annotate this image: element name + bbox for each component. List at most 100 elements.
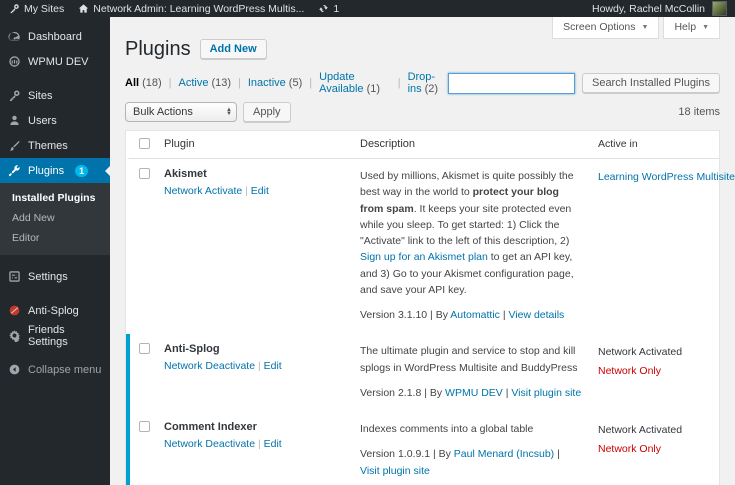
- apply-button[interactable]: Apply: [243, 102, 291, 122]
- version-meta: Version 1.0.9.1 | By Paul Menard (Incsub…: [360, 446, 582, 479]
- gear-icon: [8, 329, 21, 342]
- sidebar-item-friends-settings[interactable]: Friends Settings: [0, 323, 110, 348]
- sidebar-item-anti-splog[interactable]: Anti-Splog: [0, 298, 110, 323]
- row-checkbox[interactable]: [139, 168, 150, 179]
- plugin-cell: Anti-Splog Network Deactivate | Edit: [156, 334, 352, 412]
- inline-link[interactable]: WPMU DEV: [445, 387, 503, 399]
- sidebar-item-label: Plugins: [28, 164, 65, 177]
- row-checkbox-cell: [130, 412, 156, 485]
- inline-link[interactable]: Automattic: [450, 309, 500, 321]
- row-checkbox[interactable]: [139, 421, 150, 433]
- select-all-checkbox[interactable]: [139, 138, 150, 149]
- inline-link[interactable]: View details: [508, 309, 564, 321]
- updates-count: 1: [333, 2, 340, 15]
- description-paragraph: The ultimate plugin and service to stop …: [360, 343, 582, 376]
- add-new-button[interactable]: Add New: [199, 39, 267, 59]
- text-segment: Network Activated: [598, 424, 683, 437]
- plugin-row-actions: Network Deactivate | Edit: [164, 438, 344, 450]
- plugin-name: Akismet: [164, 168, 207, 180]
- sidebar-item-users[interactable]: Users: [0, 108, 110, 133]
- select-stepper-icon: ▲ ▼: [226, 106, 232, 117]
- admin-bar: My Sites Network Admin: Learning WordPre…: [0, 0, 735, 17]
- plugin-action-link[interactable]: Network Deactivate: [164, 438, 255, 450]
- sidebar-item-settings[interactable]: Settings: [0, 264, 110, 289]
- avatar[interactable]: [712, 1, 727, 16]
- screen-options-toggle[interactable]: Screen Options ▼: [552, 17, 660, 39]
- sidebar-item-dashboard[interactable]: Dashboard: [0, 24, 110, 49]
- plugin-row: Akismet Network Activate | Edit Used by mi…: [126, 159, 735, 334]
- inline-link[interactable]: Paul Menard (Incsub): [454, 448, 554, 460]
- help-toggle[interactable]: Help ▼: [663, 17, 720, 39]
- sidebar-item-sites[interactable]: Sites: [0, 83, 110, 108]
- description-cell: Indexes comments into a global table Vers…: [352, 412, 590, 485]
- network-only-label: Network Only: [598, 365, 662, 378]
- submenu-editor[interactable]: Editor: [0, 228, 110, 248]
- plugins-update-badge: 1: [75, 164, 89, 177]
- separator: |: [242, 185, 251, 197]
- network-admin-site-menu[interactable]: Network Admin: Learning WordPress Multis…: [78, 3, 304, 15]
- filter-label: Active: [178, 77, 209, 89]
- inline-link[interactable]: Learning WordPress Multisite: [598, 171, 735, 183]
- inline-link[interactable]: Sign up for an Akismet plan: [360, 251, 488, 263]
- status-filters: All(18) Active(13) Inactive(5) Update Av…: [125, 71, 448, 95]
- updates-icon: [318, 3, 329, 14]
- howdy-account-menu[interactable]: Howdy, Rachel McCollin: [591, 1, 727, 16]
- sidebar-item-label: Friends Settings: [28, 323, 68, 348]
- filter-update-available[interactable]: Update Available(1): [302, 71, 390, 95]
- filter-drop-ins[interactable]: Drop-ins(2): [391, 71, 448, 95]
- my-sites-menu[interactable]: My Sites: [9, 3, 64, 15]
- howdy-label: Howdy, Rachel McCollin: [591, 2, 705, 15]
- sidebar-item-plugins[interactable]: Plugins 1: [0, 158, 110, 183]
- updates-indicator[interactable]: 1: [318, 3, 339, 15]
- text-segment: Network Activated: [598, 346, 683, 359]
- version-meta: Version 3.1.10 | By Automattic | View de…: [360, 307, 582, 323]
- admin-bar-left: My Sites Network Admin: Learning WordPre…: [9, 3, 339, 15]
- filter-count: (1): [366, 83, 381, 95]
- separator: |: [255, 438, 264, 451]
- filter-all[interactable]: All (18): [125, 77, 162, 89]
- sidebar-item-themes[interactable]: Themes: [0, 133, 110, 158]
- sidebar-item-label: Dashboard: [28, 30, 82, 43]
- plugin-name: Comment Indexer: [164, 421, 257, 434]
- submenu-add-new[interactable]: Add New: [0, 208, 110, 228]
- row-checkbox[interactable]: [139, 343, 150, 355]
- chevron-down-icon: ▼: [702, 23, 709, 31]
- active-in-line: Network Activated: [598, 343, 711, 362]
- menu-separator: [0, 289, 110, 298]
- collapse-menu-button[interactable]: Collapse menu: [0, 357, 110, 382]
- filter-active[interactable]: Active(13): [162, 77, 231, 89]
- screen-meta: Screen Options ▼ Help ▼: [552, 17, 720, 39]
- search-plugins-button[interactable]: Search Installed Plugins: [581, 73, 720, 93]
- separator: |: [255, 360, 264, 373]
- filter-row: All(18) Active(13) Inactive(5) Update Av…: [125, 71, 720, 95]
- active-in-line: Network Activated: [598, 421, 711, 440]
- sidebar-item-wpmu-dev[interactable]: WPMU DEV: [0, 49, 110, 74]
- page-header: Plugins Add New: [125, 38, 720, 60]
- plugin-action-link[interactable]: Network Activate: [164, 185, 242, 197]
- inline-link[interactable]: Visit plugin site: [360, 465, 430, 477]
- plugin-action-link[interactable]: Edit: [264, 438, 282, 450]
- submenu-installed-plugins[interactable]: Installed Plugins: [0, 188, 110, 208]
- filter-inactive[interactable]: Inactive(5): [231, 77, 302, 89]
- admin-bar-right: Howdy, Rachel McCollin: [591, 1, 727, 16]
- admin-sidebar: Dashboard WPMU DEV Sites Users Themes Pl…: [0, 17, 110, 485]
- search-input[interactable]: [447, 72, 575, 94]
- themes-brush-icon: [8, 139, 21, 152]
- text-segment: The ultimate plugin and service to stop …: [360, 345, 578, 374]
- settings-sliders-icon: [8, 270, 21, 283]
- plugin-action-link[interactable]: Edit: [251, 185, 269, 197]
- wpmu-dev-icon: [8, 55, 21, 68]
- inline-link[interactable]: Visit plugin site: [511, 387, 581, 399]
- plugin-action-link[interactable]: Edit: [264, 360, 282, 372]
- bulk-actions-row: Bulk Actions ▲ ▼ Apply 18 items: [125, 102, 720, 122]
- column-header-plugin[interactable]: Plugin: [156, 131, 352, 158]
- text-segment: Version 2.1.8 | By: [360, 386, 446, 399]
- network-admin-label: Network Admin: Learning WordPress Multis…: [93, 2, 305, 15]
- bulk-actions-select[interactable]: Bulk Actions ▲ ▼: [125, 102, 237, 122]
- plugin-row-actions: Network Activate | Edit: [164, 185, 344, 197]
- filter-count: (18): [142, 77, 162, 89]
- description-paragraph: Indexes comments into a global table: [360, 421, 582, 437]
- active-in-line: Learning WordPress Multisite: [598, 168, 735, 187]
- plugin-action-link[interactable]: Network Deactivate: [164, 360, 255, 372]
- menu-separator: [0, 255, 110, 264]
